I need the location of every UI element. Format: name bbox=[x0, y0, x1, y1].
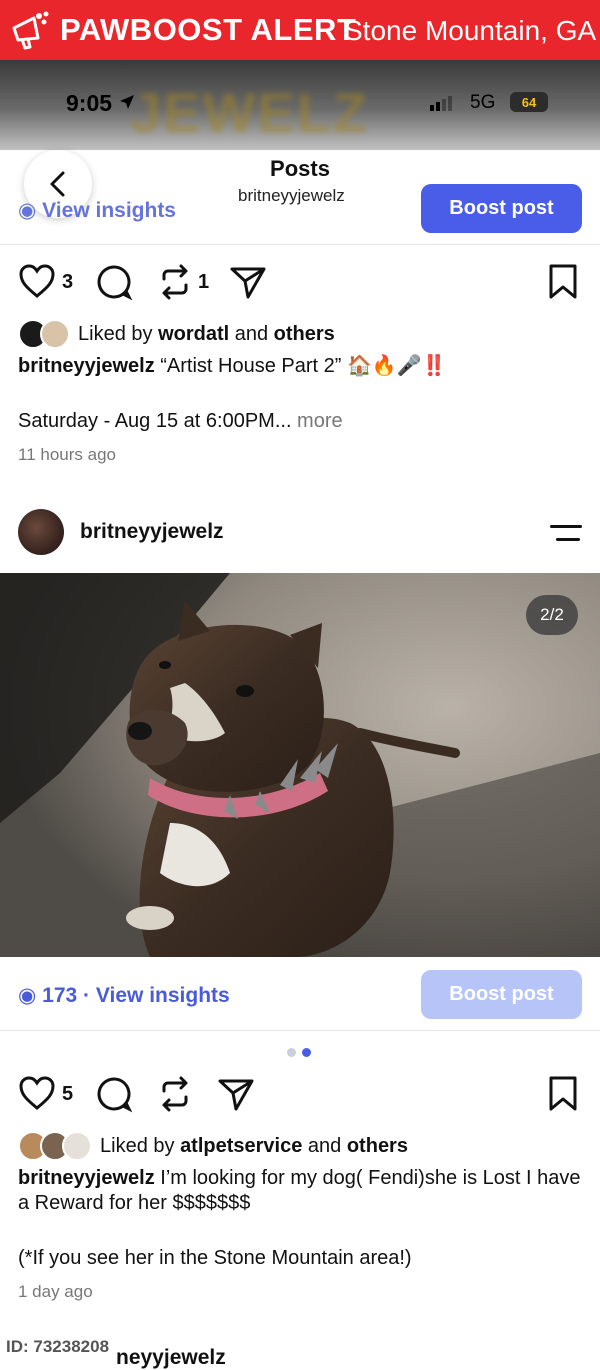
liked-by-prefix: Liked by bbox=[78, 322, 159, 345]
listing-id-watermark: ID: 73238208 bbox=[6, 1337, 110, 1356]
post2-time-ago: 1 day ago bbox=[18, 1282, 93, 1301]
eye-icon: ◉ bbox=[18, 984, 37, 1007]
repost-icon[interactable] bbox=[158, 1075, 192, 1113]
post2-likes-count: 5 bbox=[62, 1083, 74, 1105]
post1-time-ago: 11 hours ago bbox=[18, 445, 116, 464]
post1-likes-count: 3 bbox=[62, 271, 74, 293]
liked-by-and: and bbox=[302, 1134, 347, 1157]
liked-by-user-link[interactable]: atlpetservice bbox=[180, 1135, 302, 1158]
carousel-dots bbox=[287, 1048, 311, 1057]
post1-event-line: Saturday - Aug 15 at 6:00PM... more bbox=[18, 409, 588, 434]
more-link[interactable]: more bbox=[292, 410, 343, 432]
post1-reposts-count: 1 bbox=[198, 271, 210, 293]
caption-username[interactable]: britneyyjewelz bbox=[18, 1167, 155, 1189]
next-post-author[interactable]: neyyjewelz bbox=[116, 1346, 226, 1370]
share-icon[interactable] bbox=[217, 1075, 255, 1113]
comment-icon[interactable] bbox=[95, 1075, 133, 1113]
network-type: 5G bbox=[470, 92, 496, 113]
share-icon[interactable] bbox=[229, 263, 267, 301]
avatar[interactable] bbox=[18, 509, 64, 555]
post1-liked-by: Liked by wordatl and others bbox=[18, 318, 335, 350]
views-separator: · bbox=[77, 984, 96, 1007]
liked-by-user-link[interactable]: wordatl bbox=[158, 323, 229, 346]
page-username: britneyyjewelz bbox=[238, 186, 345, 205]
caption-username[interactable]: britneyyjewelz bbox=[18, 355, 155, 377]
post2-liked-by: Liked by atlpetservice and others bbox=[18, 1130, 408, 1162]
bookmark-icon[interactable] bbox=[547, 1075, 579, 1113]
blurred-background-text: JEWELZ bbox=[130, 81, 370, 144]
post2-author[interactable]: britneyyjewelz bbox=[80, 520, 224, 544]
view-insights-link-top[interactable]: ◉ View insights bbox=[18, 198, 176, 223]
banner-location: Stone Mountain, GA bbox=[344, 15, 597, 46]
repost-icon[interactable] bbox=[158, 263, 192, 301]
post1-actions: 3 1 bbox=[0, 263, 600, 303]
liked-by-others-link[interactable]: others bbox=[347, 1135, 408, 1158]
liked-by-prefix: Liked by bbox=[100, 1134, 181, 1157]
boost-post-button-top[interactable]: Boost post bbox=[421, 184, 582, 233]
carousel-dot bbox=[287, 1048, 296, 1057]
menu-icon[interactable] bbox=[550, 523, 582, 543]
location-arrow-icon bbox=[120, 95, 135, 109]
comment-icon[interactable] bbox=[95, 263, 133, 301]
post2-actions: 5 bbox=[0, 1075, 600, 1115]
bookmark-icon[interactable] bbox=[547, 263, 579, 301]
heart-icon[interactable] bbox=[18, 263, 56, 299]
page-title: Posts bbox=[270, 156, 330, 181]
eye-icon: ◉ bbox=[18, 199, 37, 222]
carousel-dot-active bbox=[302, 1048, 311, 1057]
view-insights-link[interactable]: ◉ 173 · View insights bbox=[18, 983, 230, 1008]
battery-icon: 64 bbox=[510, 92, 548, 112]
banner-brand: PAWBOOST ALERT bbox=[60, 12, 357, 47]
views-count: 173 bbox=[42, 984, 78, 1007]
post1-caption: britneyyjewelz “Artist House Part 2” 🏠🔥🎤… bbox=[18, 354, 588, 379]
heart-icon[interactable] bbox=[18, 1075, 56, 1111]
post2-photo[interactable]: 2/2 bbox=[0, 573, 600, 957]
pawboost-banner: PAWBOOST ALERT Stone Mountain, GA bbox=[0, 0, 600, 60]
post2-header: britneyyjewelz bbox=[0, 505, 600, 565]
divider bbox=[0, 1030, 600, 1031]
caption-text: “Artist House Part 2” 🏠🔥🎤‼️ bbox=[154, 355, 447, 377]
boost-post-button[interactable]: Boost post bbox=[421, 970, 582, 1019]
liked-by-others-link[interactable]: others bbox=[274, 323, 335, 346]
view-insights-label: View insights bbox=[95, 984, 230, 1007]
dog-photo-image bbox=[0, 573, 600, 957]
megaphone-logo-icon bbox=[12, 11, 49, 50]
signal-icon bbox=[430, 96, 452, 111]
liked-by-avatars bbox=[18, 319, 70, 349]
post2-caption-note: (*If you see her in the Stone Mountain a… bbox=[18, 1247, 412, 1269]
avatar bbox=[40, 319, 70, 349]
liked-by-and: and bbox=[229, 322, 274, 345]
post2-caption: britneyyjewelz I’m looking for my dog( F… bbox=[18, 1166, 588, 1216]
event-text: Saturday - Aug 15 at 6:00PM... bbox=[18, 410, 292, 432]
liked-by-avatars bbox=[18, 1131, 92, 1161]
top-navigation: Posts britneyyjewelz ◉ View insights Boo… bbox=[0, 150, 600, 245]
image-counter-badge: 2/2 bbox=[526, 595, 578, 635]
avatar bbox=[62, 1131, 92, 1161]
status-time: 9:05 bbox=[66, 90, 136, 117]
